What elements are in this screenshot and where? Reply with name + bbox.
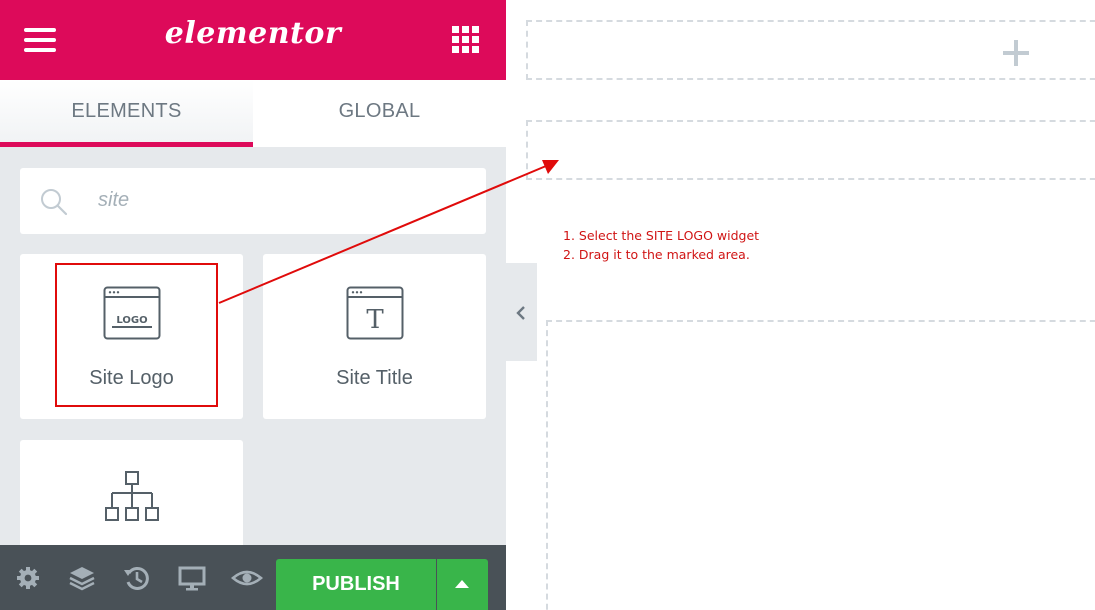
chevron-left-icon (516, 306, 525, 320)
plus-icon (1003, 40, 1029, 66)
editor-canvas: 1. Select the SITE LOGO widget 2. Drag i… (506, 0, 1095, 610)
widget-site-title[interactable]: T Site Title (263, 254, 486, 419)
instruction-step-1: 1. Select the SITE LOGO widget (563, 228, 760, 243)
caret-up-icon (455, 580, 469, 588)
content-drop-area[interactable] (546, 320, 1095, 610)
panel-header: elementor (0, 0, 506, 80)
settings-icon[interactable] (11, 561, 45, 595)
search-widget-input[interactable]: site (20, 168, 486, 234)
widget-site-logo[interactable]: LOGO Site Logo (20, 254, 243, 419)
responsive-desktop-icon[interactable] (175, 561, 209, 595)
marked-drop-area[interactable] (526, 120, 1095, 180)
search-input-value: site (98, 189, 130, 211)
site-logo-icon-text: LOGO (116, 315, 147, 326)
tab-global[interactable]: GLOBAL (253, 80, 506, 147)
navigator-layers-icon[interactable] (65, 561, 99, 595)
site-logo-icon: LOGO (103, 286, 161, 340)
collapse-panel-toggle[interactable] (506, 263, 537, 361)
panel-tabs: ELEMENTS GLOBAL (0, 80, 506, 147)
search-icon (41, 189, 68, 216)
tab-elements[interactable]: ELEMENTS (0, 80, 253, 147)
elements-panel: elementor ELEMENTS GLOBAL site LOGO Site… (0, 0, 506, 610)
instructions-annotation: 1. Select the SITE LOGO widget 2. Drag i… (563, 226, 759, 264)
preview-eye-icon[interactable] (230, 561, 264, 595)
widget-label-site-title: Site Title (336, 367, 413, 389)
instruction-step-2: 2. Drag it to the marked area. (563, 247, 750, 262)
add-new-section-area[interactable] (526, 20, 1095, 80)
publish-options-button[interactable] (437, 559, 488, 610)
widgets-grid-icon[interactable] (451, 25, 481, 55)
nav-menu-icon (105, 471, 159, 521)
elementor-editor: elementor ELEMENTS GLOBAL site LOGO Site… (0, 0, 1095, 610)
elementor-logo: elementor (164, 16, 342, 51)
history-icon[interactable] (120, 561, 154, 595)
site-title-icon-text: T (366, 305, 384, 335)
site-title-icon: T (346, 286, 404, 340)
widget-label-site-logo: Site Logo (89, 367, 174, 389)
publish-button[interactable]: PUBLISH (276, 559, 436, 610)
